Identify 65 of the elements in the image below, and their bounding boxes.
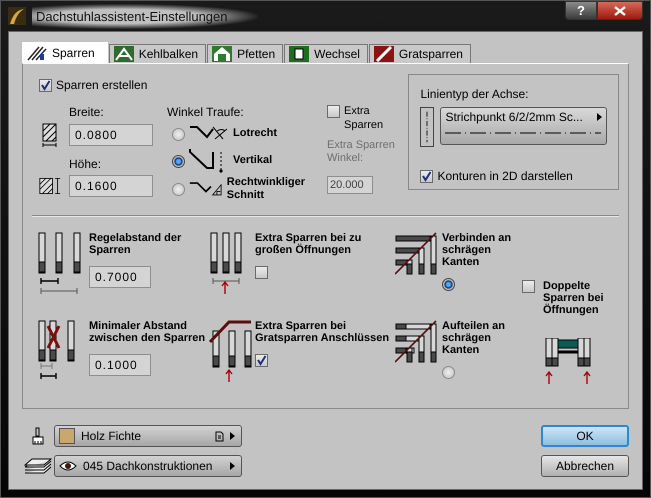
option-label: Rechtwinkliger Schnitt (226, 176, 306, 202)
field-label: Breite: (69, 105, 105, 119)
radio-button[interactable] (172, 182, 185, 196)
checkbox-label: Doppelte Sparren bei Öffnungen (543, 280, 605, 316)
help-button[interactable]: ? (565, 1, 597, 20)
radio-button[interactable] (442, 366, 455, 379)
tab[interactable]: Sparren (22, 42, 108, 63)
layers-icon (24, 458, 52, 474)
material-dropdown[interactable]: Holz Fichte (54, 425, 242, 447)
input-field[interactable]: 0.1600 (69, 175, 153, 197)
option-label: Verbinden an schrägen Kanten (442, 232, 512, 268)
checkbox[interactable] (420, 170, 434, 182)
option-label: Regelabstand der Sparren (89, 232, 182, 256)
checkbox-label: Extra Sparren (344, 105, 384, 132)
checkbox[interactable] (255, 266, 268, 279)
dash-dot-line-icon (445, 132, 602, 134)
window-title: Dachstuhlassistent-Einstellungen (32, 4, 258, 28)
input-field[interactable]: 0.1000 (89, 354, 151, 376)
brush-icon (32, 427, 44, 445)
tab[interactable]: Wechsel (284, 44, 368, 63)
radio-button[interactable] (172, 154, 185, 168)
option-label: Minimaler Abstand zwischen den Sparren (89, 320, 206, 344)
tab[interactable]: Kehlbalken (108, 44, 206, 63)
group-title: Linientyp der Achse: (420, 87, 529, 101)
eye-icon (59, 461, 77, 471)
close-button[interactable] (597, 1, 643, 20)
dropdown-value: Strichpunkt 6/2/2mm Sc... (445, 110, 583, 124)
rafter-icon (27, 45, 47, 61)
option-label: Extra Sparren bei zu großen Öffnungen (255, 232, 362, 256)
rafter-spacing-icon (37, 232, 83, 294)
radio-button[interactable] (172, 128, 185, 140)
checkbox[interactable] (522, 280, 535, 293)
input-field[interactable]: 0.0800 (69, 124, 153, 146)
field-label: Höhe: (69, 157, 102, 171)
ok-button[interactable]: OK (541, 425, 629, 447)
field-label: Extra Sparren Winkel: (327, 138, 396, 166)
extra-rafter-hip-icon (209, 320, 253, 382)
checkbox-label: Sparren erstellen (56, 78, 148, 92)
arrow-icon (230, 432, 235, 440)
option-label: Vertikal (233, 154, 272, 168)
option-label: Lotrecht (233, 127, 277, 141)
checkbox[interactable] (327, 105, 340, 118)
height-section-icon (39, 175, 61, 197)
arrow-icon (230, 462, 235, 470)
app-logo-icon (8, 7, 26, 25)
option-label: Aufteilen an schrägen Kanten (442, 320, 506, 356)
tab[interactable]: Gratsparren (368, 44, 471, 63)
close-icon (614, 6, 626, 16)
group-label: Winkel Traufe: (167, 105, 244, 119)
document-icon (215, 430, 224, 442)
tab[interactable]: Pfetten (207, 44, 284, 63)
color-swatch (59, 428, 75, 444)
checkbox-label: Konturen in 2D darstellen (437, 169, 573, 183)
arrow-icon (597, 113, 602, 121)
line-type-dropdown[interactable]: Strichpunkt 6/2/2mm Sc... (440, 107, 607, 145)
rafter-split-icon (395, 320, 437, 364)
rafter-connect-icon (395, 232, 437, 276)
checkbox[interactable] (39, 78, 52, 92)
input-field[interactable]: 0.7000 (89, 266, 151, 288)
checkbox[interactable] (255, 354, 268, 367)
layer-dropdown[interactable]: 045 Dachkonstruktionen (54, 455, 242, 477)
option-label: Extra Sparren bei Gratsparren Anschlüssen (255, 320, 390, 344)
cancel-button[interactable]: Abbrechen (541, 455, 629, 477)
square-cut-icon (189, 180, 223, 198)
radio-button[interactable] (442, 278, 455, 291)
